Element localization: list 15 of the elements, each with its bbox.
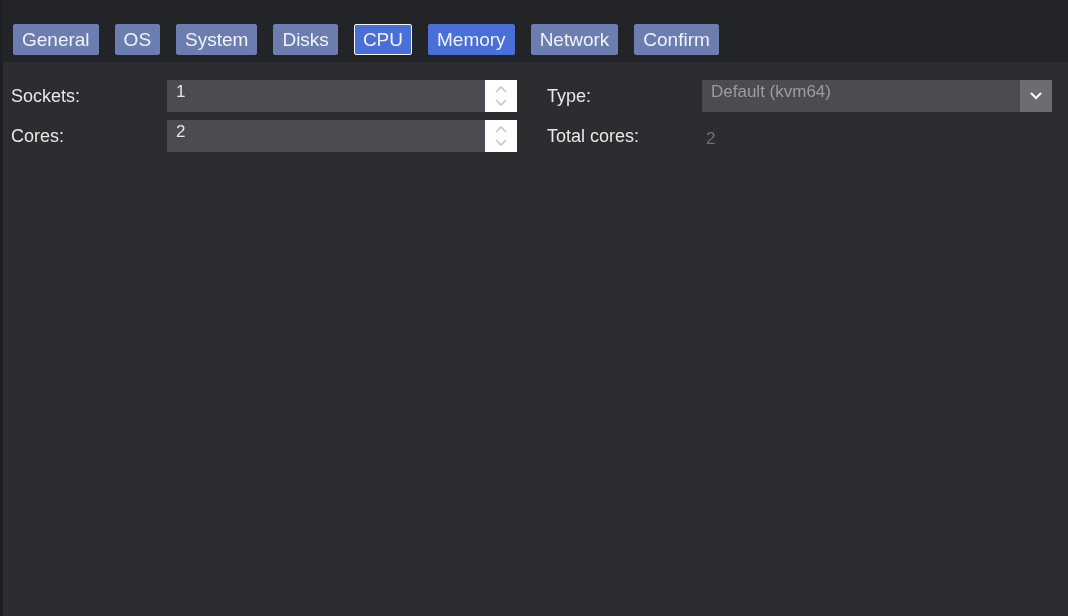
tab[interactable]: Memory	[428, 24, 515, 55]
type-dropdown[interactable]: Default (kvm64)	[702, 80, 1052, 112]
field-label: Type:	[547, 85, 593, 107]
tab[interactable]: General	[13, 24, 99, 55]
field-label: Total cores:	[547, 125, 641, 147]
tab[interactable]: Network	[530, 24, 619, 55]
chevron-down-icon[interactable]	[1030, 92, 1042, 100]
tab[interactable]: CPU	[353, 24, 412, 55]
tab[interactable]: System	[176, 24, 258, 55]
tab[interactable]: Confirm	[634, 24, 719, 55]
field-label: Sockets:	[11, 85, 82, 107]
total-cores-value: 2	[705, 128, 716, 149]
tab[interactable]: OS	[114, 24, 161, 55]
tab[interactable]: Disks	[273, 24, 338, 55]
field-label: Cores:	[11, 125, 65, 147]
